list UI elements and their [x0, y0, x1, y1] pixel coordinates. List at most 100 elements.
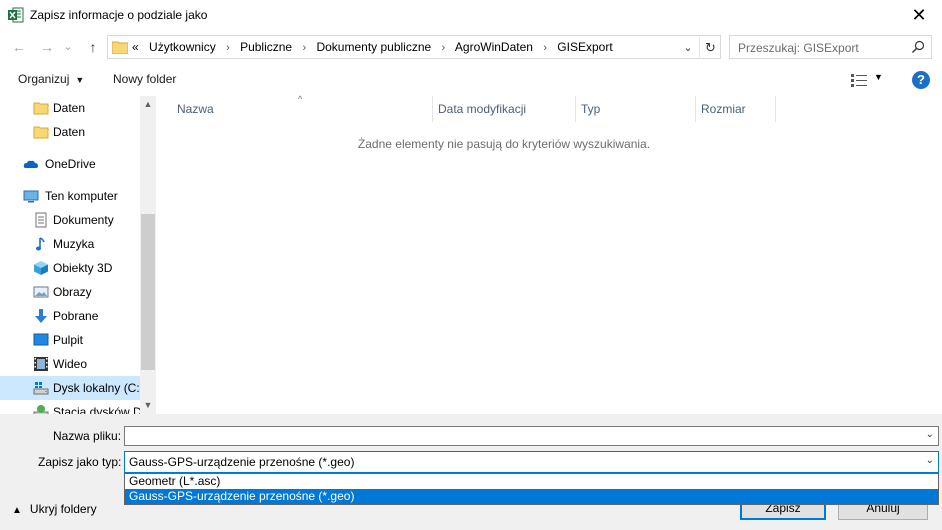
sidebar-item-label: OneDrive [45, 157, 96, 171]
folder-icon [33, 126, 49, 139]
sidebar-item-daten[interactable]: Daten [0, 96, 140, 120]
breadcrumb-separator-icon[interactable]: › [543, 42, 547, 54]
network-drive-icon [33, 405, 49, 414]
empty-state-message: Żadne elementy nie pasują do kryteriów w… [357, 137, 651, 151]
sidebar-item-label: Daten [53, 125, 86, 139]
address-dropdown-icon[interactable]: ⌄ [679, 39, 697, 57]
drive-icon [33, 382, 49, 395]
refresh-icon[interactable]: ↻ [699, 37, 721, 59]
file-list: ^ Nazwa Data modyfikacji Typ Rozmiar Żad… [156, 94, 942, 414]
filename-label: Nazwa pliku: [53, 429, 122, 443]
breadcrumb-item[interactable]: GISExport [557, 40, 612, 54]
sidebar-item-pictures[interactable]: Obrazy [0, 280, 140, 304]
excel-app-icon [8, 7, 24, 23]
recent-locations-chevron-icon[interactable]: ⌄ [60, 36, 76, 58]
sidebar-item-documents[interactable]: Dokumenty [0, 208, 140, 232]
documents-icon [35, 212, 47, 228]
sidebar-item-daten[interactable]: Daten [0, 120, 140, 144]
column-header-name[interactable]: Nazwa [171, 96, 432, 122]
scrollbar-thumb[interactable] [141, 214, 155, 370]
navigation-bar: ← → ⌄ ↑ « Użytkownicy › Publiczne › Doku… [0, 33, 942, 61]
scroll-up-icon[interactable]: ▲ [140, 96, 156, 113]
title-bar: Zapisz informacje o podziale jako ✕ [0, 0, 942, 30]
organize-label: Organizuj [18, 72, 70, 86]
sidebar-item-label: Dysk lokalny (C:) [53, 381, 144, 395]
close-icon[interactable]: ✕ [896, 0, 942, 30]
cloud-icon [23, 160, 38, 168]
breadcrumb-item[interactable]: Publiczne [240, 40, 292, 54]
help-icon[interactable]: ? [912, 71, 930, 89]
view-options-icon[interactable] [851, 73, 867, 87]
organize-button[interactable]: Organizuj ▼ [18, 72, 84, 86]
breadcrumb-separator-icon[interactable]: › [226, 42, 230, 54]
hide-folders-button[interactable]: ▲ Ukryj foldery [12, 502, 97, 516]
new-folder-button[interactable]: Nowy folder [113, 72, 176, 86]
sidebar-item-local-disk[interactable]: Dysk lokalny (C:) [0, 376, 144, 400]
column-header-label: Rozmiar [701, 102, 746, 116]
save-as-type-dropdown[interactable]: Gauss-GPS-urządzenie przenośne (*.geo) ⌄ [124, 451, 939, 473]
back-arrow-icon[interactable]: ← [8, 36, 30, 58]
sidebar-item-label: Obrazy [53, 285, 92, 299]
up-arrow-icon[interactable]: ↑ [82, 36, 104, 58]
sidebar-item-label: Dokumenty [53, 213, 114, 227]
column-header-label: Typ [581, 102, 601, 116]
column-divider[interactable] [775, 96, 776, 122]
sidebar-item-desktop[interactable]: Pulpit [0, 328, 140, 352]
hide-folders-label: Ukryj foldery [29, 502, 97, 516]
sidebar-scrollbar[interactable]: ▲ ▼ [140, 96, 156, 414]
sidebar-item-this-pc[interactable]: Ten komputer [0, 184, 140, 208]
breadcrumb-overflow[interactable]: « [132, 40, 139, 54]
chevron-down-icon[interactable]: ⌄ [926, 429, 934, 440]
column-header-label: Data modyfikacji [438, 102, 527, 116]
chevron-down-icon: ▼ [75, 75, 85, 85]
sidebar-item-label: Wideo [53, 357, 88, 371]
sidebar-item-label: Pulpit [53, 333, 84, 347]
download-icon [35, 309, 47, 323]
sidebar-item-music[interactable]: Muzyka [0, 232, 140, 256]
filename-field[interactable]: ⌄ [124, 426, 939, 446]
sidebar-item-downloads[interactable]: Pobrane [0, 304, 140, 328]
breadcrumb-separator-icon[interactable]: › [442, 42, 446, 54]
computer-icon [23, 190, 39, 203]
column-header-label: Nazwa [177, 102, 214, 116]
search-input[interactable]: Przeszukaj: GISExport [729, 35, 932, 59]
forward-arrow-icon[interactable]: → [36, 36, 58, 58]
dropdown-option[interactable]: Geometr (L*.asc) [125, 474, 938, 489]
sidebar-item-videos[interactable]: Wideo [0, 352, 140, 376]
column-header-date-modified[interactable]: Data modyfikacji [432, 96, 575, 122]
save-as-type-options: Geometr (L*.asc) Gauss-GPS-urządzenie pr… [124, 473, 939, 505]
sidebar-item-network-drive[interactable]: Stacja dysków D [0, 400, 142, 414]
chevron-down-icon[interactable]: ⌄ [926, 455, 934, 466]
cube-icon [34, 261, 48, 275]
window-title: Zapisz informacje o podziale jako [30, 8, 208, 22]
breadcrumb: « Użytkownicy › Publiczne › Dokumenty pu… [132, 40, 613, 54]
sidebar-item-label: Muzyka [53, 237, 95, 251]
save-form-panel: Nazwa pliku: ⌄ Zapisz jako typ: Gauss-GP… [0, 414, 942, 530]
sidebar-item-3d-objects[interactable]: Obiekty 3D [0, 256, 140, 280]
sidebar-item-label: Obiekty 3D [53, 261, 113, 275]
breadcrumb-item[interactable]: Użytkownicy [149, 40, 216, 54]
breadcrumb-item[interactable]: AgroWinDaten [455, 40, 533, 54]
search-icon [912, 40, 925, 53]
column-header-type[interactable]: Typ [575, 96, 695, 122]
chevron-up-icon: ▲ [12, 505, 22, 516]
navigation-pane: Daten Daten OneDrive Ten komputer Dokume… [0, 96, 156, 414]
video-icon [34, 357, 48, 371]
command-toolbar: Organizuj ▼ Nowy folder ▼ ? [0, 64, 942, 96]
sidebar-item-label: Ten komputer [45, 189, 118, 203]
column-header-size[interactable]: Rozmiar [695, 96, 775, 122]
sidebar-item-onedrive[interactable]: OneDrive [0, 152, 140, 176]
dropdown-option-selected[interactable]: Gauss-GPS-urządzenie przenośne (*.geo) [125, 489, 938, 504]
address-bar[interactable]: « Użytkownicy › Publiczne › Dokumenty pu… [107, 35, 721, 59]
scroll-down-icon[interactable]: ▼ [140, 397, 156, 414]
chevron-down-icon[interactable]: ▼ [874, 72, 883, 82]
folder-icon [112, 41, 128, 54]
desktop-icon [33, 333, 49, 346]
breadcrumb-separator-icon[interactable]: › [302, 42, 306, 54]
sidebar-item-label: Pobrane [53, 309, 99, 323]
save-as-type-label: Zapisz jako typ: [38, 455, 122, 469]
sidebar-item-label: Daten [53, 101, 86, 115]
pictures-icon [33, 286, 49, 298]
breadcrumb-item[interactable]: Dokumenty publiczne [316, 40, 431, 54]
search-placeholder: Przeszukaj: GISExport [738, 41, 859, 55]
